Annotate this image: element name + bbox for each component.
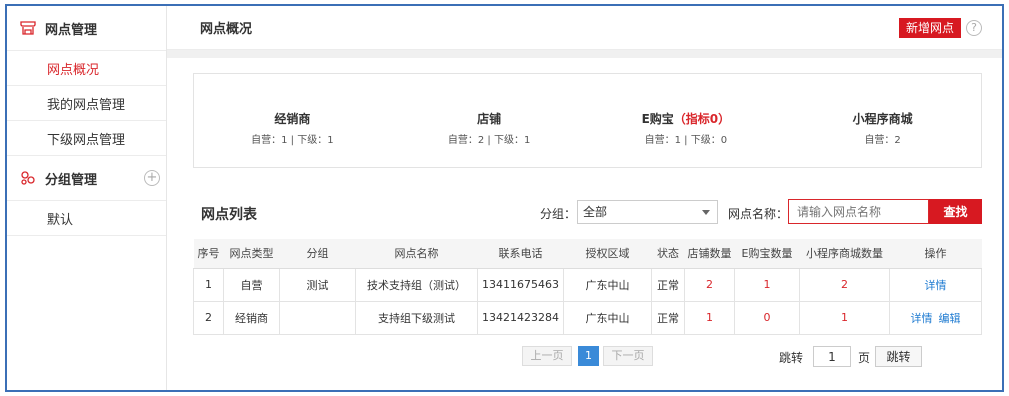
app-frame: 网点管理 网点概况 我的网点管理 下级网点管理 分组管理 + 默认 网点概况 新…	[5, 4, 1004, 392]
prev-page-button[interactable]: 上一页	[522, 346, 572, 366]
table-row: 2 经销商 支持组下级测试 13421423284 广东中山 正常 1 0 1 …	[193, 301, 982, 335]
column-header: 状态	[651, 239, 685, 269]
add-outlet-button[interactable]: 新增网点	[898, 18, 961, 38]
cell-group: 测试	[279, 268, 356, 302]
column-header: 分组	[279, 239, 356, 269]
sidebar-group-outlet-management[interactable]: 网点管理	[7, 6, 166, 51]
group-filter-select[interactable]: 全部	[577, 200, 718, 224]
cell-mini-count: 2	[799, 268, 890, 302]
cell-actions: 详情	[889, 268, 982, 302]
cell-type: 经销商	[223, 301, 280, 335]
column-header: 授权区域	[563, 239, 652, 269]
group-filter-label: 分组：	[540, 207, 577, 221]
cell-phone: 13411675463	[477, 268, 564, 302]
add-group-icon[interactable]: +	[144, 170, 160, 186]
table-row: 1 自营 测试 技术支持组（测试） 13411675463 广东中山 正常 2 …	[193, 268, 982, 302]
jump-page-input[interactable]	[813, 346, 851, 367]
stat-shop: 店铺 自营：2 | 下级：1	[391, 74, 588, 167]
stat-name: 经销商	[274, 112, 311, 126]
cell-no: 2	[193, 301, 224, 335]
stat-detail: 自营：2 | 下级：1	[447, 135, 531, 146]
cell-status: 正常	[651, 301, 685, 335]
stat-dealer: 经销商 自营：1 | 下级：1	[194, 74, 391, 167]
cell-shop-count: 1	[684, 301, 735, 335]
sidebar-item-label: 默认	[47, 212, 74, 228]
stat-mini-program: 小程序商城 自营：2	[784, 74, 981, 167]
cell-mini-count: 1	[799, 301, 890, 335]
cell-region: 广东中山	[563, 301, 652, 335]
column-header: 店铺数量	[684, 239, 735, 269]
column-header: 网点名称	[355, 239, 478, 269]
help-icon[interactable]: ?	[966, 20, 982, 36]
cell-no: 1	[193, 268, 224, 302]
sidebar-item-sub-outlets[interactable]: 下级网点管理	[7, 121, 166, 156]
page-unit-label: 页	[858, 351, 871, 365]
cell-name: 支持组下级测试	[355, 301, 478, 335]
sidebar-item-default-group[interactable]: 默认	[7, 201, 166, 236]
page-header: 网点概况	[167, 6, 1002, 50]
main-content: 网点概况 新增网点 ? 经销商 自营：1 | 下级：1 店铺 自营：2 | 下级…	[167, 6, 1002, 390]
cell-status: 正常	[651, 268, 685, 302]
table-header-row: 序号 网点类型 分组 网点名称 联系电话 授权区域 状态 店铺数量 E购宝数量 …	[193, 239, 982, 269]
stat-detail: 自营：2	[864, 135, 901, 146]
cell-group	[279, 301, 356, 335]
page-1-button[interactable]: 1	[578, 346, 599, 366]
next-page-button[interactable]: 下一页	[603, 346, 653, 366]
jump-button[interactable]: 跳转	[875, 346, 922, 367]
column-header: 操作	[889, 239, 982, 269]
sidebar-item-label: 下级网点管理	[47, 132, 126, 148]
details-link[interactable]: 详情	[925, 279, 947, 292]
column-header: 序号	[193, 239, 224, 269]
list-title: 网点列表	[201, 207, 257, 223]
stat-name: 小程序商城	[852, 112, 913, 126]
cell-type: 自营	[223, 268, 280, 302]
cell-phone: 13421423284	[477, 301, 564, 335]
sidebar-item-label: 网点概况	[47, 62, 100, 78]
cell-egoubao-count: 1	[734, 268, 800, 302]
stat-name: 店铺	[477, 112, 502, 126]
divider	[167, 50, 1002, 58]
stat-detail: 自营：1 | 下级：0	[644, 135, 728, 146]
cell-egoubao-count: 0	[734, 301, 800, 335]
sidebar-item-my-outlets[interactable]: 我的网点管理	[7, 86, 166, 121]
column-header: 小程序商城数量	[799, 239, 890, 269]
sidebar: 网点管理 网点概况 我的网点管理 下级网点管理 分组管理 + 默认	[7, 6, 167, 390]
outlet-table: 序号 网点类型 分组 网点名称 联系电话 授权区域 状态 店铺数量 E购宝数量 …	[193, 239, 982, 335]
stat-detail: 自营：1 | 下级：1	[251, 135, 334, 146]
column-header: 网点类型	[223, 239, 280, 269]
outlet-name-input[interactable]	[788, 199, 929, 224]
jump-label: 跳转	[779, 351, 804, 365]
cell-actions: 详情 编辑	[889, 301, 982, 335]
cell-region: 广东中山	[563, 268, 652, 302]
column-header: E购宝数量	[734, 239, 800, 269]
cell-shop-count: 2	[684, 268, 735, 302]
edit-link[interactable]: 编辑	[939, 312, 961, 325]
stat-egoubao: E购宝（指标0） 自营：1 | 下级：0	[588, 74, 785, 167]
outlet-name-label: 网点名称：	[728, 207, 789, 221]
stat-highlight: （指标0）	[673, 112, 731, 126]
group-icon	[19, 169, 37, 187]
search-button[interactable]: 查找	[929, 199, 982, 224]
sidebar-group-group-management[interactable]: 分组管理 +	[7, 156, 166, 201]
stat-name: E购宝	[641, 112, 674, 126]
sidebar-item-overview[interactable]: 网点概况	[7, 51, 166, 86]
stats-panel: 经销商 自营：1 | 下级：1 店铺 自营：2 | 下级：1 E购宝（指标0） …	[193, 73, 982, 168]
details-link[interactable]: 详情	[911, 312, 933, 325]
sidebar-group-label: 分组管理	[45, 172, 98, 188]
sidebar-item-label: 我的网点管理	[47, 97, 126, 113]
store-icon	[19, 19, 37, 37]
chevron-down-icon	[702, 210, 710, 215]
group-filter-value: 全部	[583, 205, 608, 219]
column-header: 联系电话	[477, 239, 564, 269]
sidebar-group-label: 网点管理	[45, 22, 98, 38]
cell-name: 技术支持组（测试）	[355, 268, 478, 302]
page-title: 网点概况	[200, 22, 253, 37]
